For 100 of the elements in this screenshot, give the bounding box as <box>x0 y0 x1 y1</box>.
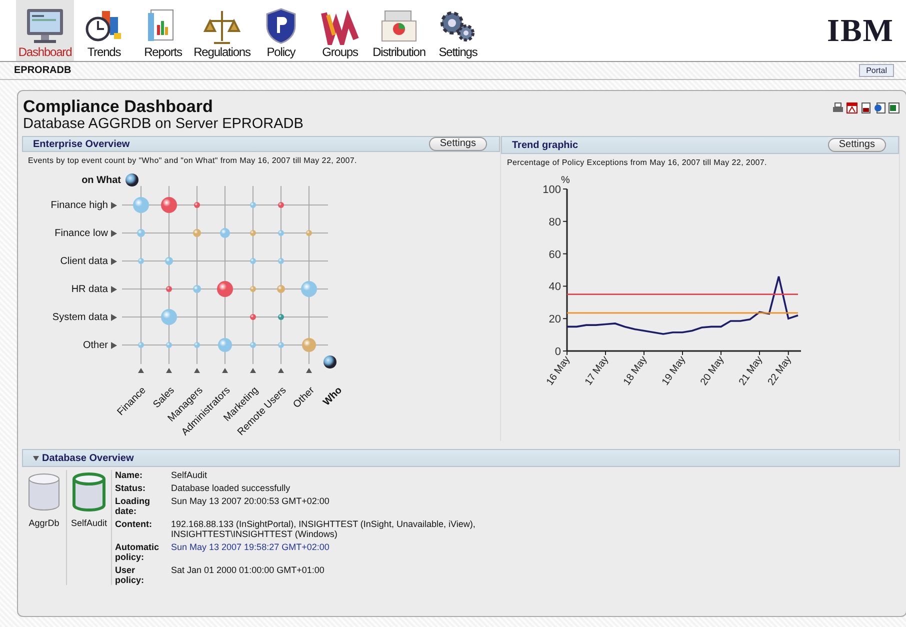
bubble <box>137 229 145 237</box>
spreadsheet-icon[interactable] <box>888 102 900 114</box>
y-tick-label: 60 <box>548 248 561 261</box>
detail-value: Database loaded successfully <box>171 483 292 493</box>
database-item[interactable]: AggrDb <box>22 470 67 585</box>
detail-link[interactable]: Sun May 13 2007 19:58:27 GMT+02:00 <box>171 542 501 562</box>
database-icon <box>71 472 107 512</box>
sphere-icon <box>323 355 337 369</box>
y-axis-label: % <box>561 175 570 186</box>
y-tick-label: 40 <box>548 281 561 294</box>
triangle-icon <box>278 366 284 374</box>
bubble <box>193 229 201 237</box>
bubble <box>250 286 256 292</box>
bubble <box>165 257 173 265</box>
portal-tab[interactable]: Portal <box>859 64 894 77</box>
row-label: Finance high <box>50 200 108 210</box>
detail-value: 192.168.88.133 (InSightPortal), INSIGHTTEST (InSight, Unavailable, iView), INSIGHTTEST\INSIGHTTEST (Windows) <box>171 519 476 539</box>
bubble <box>277 285 285 293</box>
database-item[interactable]: SelfAudit <box>67 470 112 585</box>
bubble <box>161 197 177 213</box>
y-tick-label: 20 <box>548 314 561 326</box>
toolbar-tab[interactable]: Trends <box>75 0 133 61</box>
section-title: Enterprise Overview <box>33 138 130 150</box>
triangle-icon <box>306 366 312 374</box>
detail-value: SelfAudit <box>171 470 208 480</box>
row-label: Client data <box>60 256 108 266</box>
bubble <box>138 258 144 264</box>
triangle-icon <box>250 366 256 374</box>
bubble <box>278 314 284 320</box>
chart-description: Events by top event count by "Who" and "on What" from May 16, 2007 till May 22, 2007. <box>27 155 358 165</box>
row-label: Other <box>82 340 108 350</box>
printer-icon[interactable] <box>832 102 844 114</box>
section-title: Database Overview <box>42 452 134 464</box>
triangle-icon <box>111 314 117 320</box>
detail-label: Status: <box>115 483 147 493</box>
detail-label: Automatic policy: <box>115 542 160 562</box>
bubble <box>194 342 200 348</box>
bubble <box>250 314 256 320</box>
bubble <box>278 230 284 236</box>
toolbar-tab[interactable]: Distribution <box>370 0 428 61</box>
section-title: Trend graphic <box>512 140 578 150</box>
bubble <box>218 338 232 352</box>
row-label: Finance low <box>54 228 108 238</box>
bubble <box>138 342 144 348</box>
bubble <box>194 202 200 208</box>
triangle-icon <box>111 342 117 348</box>
toolbar-tab[interactable]: Groups <box>311 0 369 61</box>
bubble <box>166 286 172 292</box>
database-icon <box>26 472 62 512</box>
bubble <box>250 230 256 236</box>
detail-label: Name: <box>115 470 144 480</box>
toolbar-tab[interactable]: Regulations <box>193 0 251 61</box>
bubble <box>278 342 284 348</box>
bubble <box>133 197 149 213</box>
pdf-icon[interactable] <box>846 102 858 114</box>
browser-icon[interactable] <box>874 102 886 114</box>
bubble <box>250 342 256 348</box>
row-label: HR data <box>71 284 108 294</box>
detail-label: Loading date: <box>115 496 151 516</box>
detail-value: Sat Jan 01 2000 01:00:00 GMT+01:00 <box>171 565 326 577</box>
bubble <box>302 338 316 352</box>
sphere-icon <box>125 173 139 187</box>
y-tick-label: 0 <box>554 346 561 358</box>
triangle-icon <box>111 258 117 264</box>
settings-button[interactable]: Settings <box>428 137 487 151</box>
bubble <box>250 258 256 264</box>
detail-value: Sun May 13 2007 20:00:53 GMT+02:00 <box>171 496 330 508</box>
bubble <box>278 258 284 264</box>
toolbar-tab[interactable]: Dashboard <box>16 0 74 61</box>
page-title: Compliance Dashboard <box>23 97 214 117</box>
toolbar-tab[interactable]: Reports <box>134 0 192 61</box>
axis-title: on What <box>82 174 121 186</box>
bubble <box>161 309 177 325</box>
triangle-icon <box>138 366 144 374</box>
triangle-icon <box>194 366 200 374</box>
bubble <box>250 202 256 208</box>
axis-title: Who <box>322 385 345 408</box>
row-label: System data <box>52 312 108 322</box>
page-subtitle: Database AGGRDB on Server EPRORADB <box>23 116 304 132</box>
bubble <box>278 202 284 208</box>
triangle-icon <box>111 230 117 236</box>
detail-label: Content: <box>115 519 153 531</box>
bubble <box>301 281 317 297</box>
detail-label: User policy: <box>115 565 146 585</box>
bubble <box>217 281 233 297</box>
breadcrumb-text: EPRORADB <box>14 65 72 76</box>
tool-icon <box>264 7 298 45</box>
triangle-icon <box>166 366 172 374</box>
triangle-icon <box>222 366 228 374</box>
triangle-icon <box>111 286 117 292</box>
bubble <box>220 228 230 238</box>
chart-description: Percentage of Policy Exceptions from May 16, 2007 till May 22, 2007. <box>506 157 768 167</box>
bubble <box>193 285 201 293</box>
document-icon[interactable] <box>860 102 872 114</box>
settings-button[interactable]: Settings <box>828 138 886 152</box>
y-tick-label: 80 <box>548 216 561 228</box>
toolbar-tab[interactable]: Settings <box>429 0 487 61</box>
y-tick-label: 100 <box>542 184 561 196</box>
toolbar-tab[interactable]: Policy <box>252 0 310 61</box>
triangle-icon <box>111 202 117 208</box>
